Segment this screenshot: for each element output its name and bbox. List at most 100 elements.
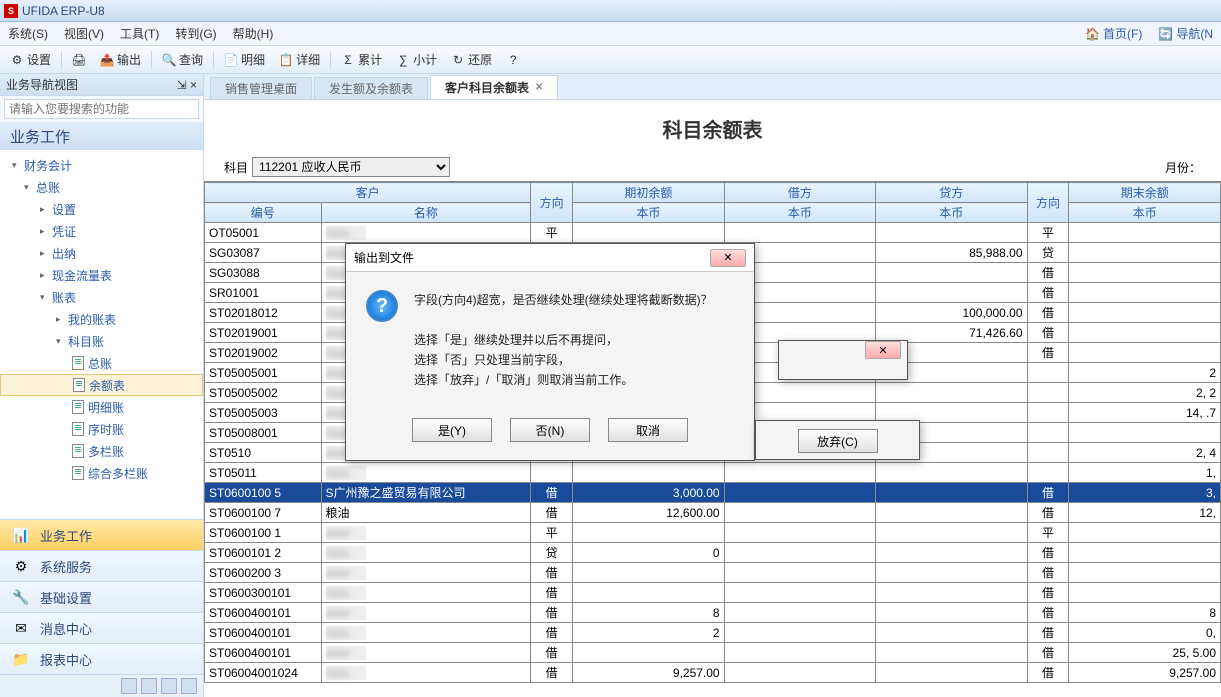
- nav-item[interactable]: ▸我的账表: [0, 308, 203, 330]
- arrow-icon: ▾: [24, 182, 36, 193]
- table-row[interactable]: ST06004001024xxxx借9,257.00借9,257.00: [205, 663, 1221, 683]
- toolbar-button[interactable]: 🔍查询: [158, 49, 207, 70]
- subject-label: 科目: [224, 159, 248, 176]
- toolbar-button[interactable]: ?: [502, 51, 524, 69]
- arrow-icon: ▸: [40, 226, 52, 237]
- toolbar-button[interactable]: 🖨: [68, 51, 90, 69]
- toolbar-icon: 🔍: [162, 53, 176, 67]
- table-row[interactable]: ST0600100 5S广州豫之盛贸易有限公司借3,000.00借3,: [205, 483, 1221, 503]
- document-icon: [72, 400, 84, 414]
- menu-item[interactable]: 帮助(H): [233, 25, 274, 42]
- toolbar-icon: 📤: [100, 53, 114, 67]
- dialog-close-icon[interactable]: ✕: [710, 249, 746, 267]
- sidebar: 业务导航视图 ⇲ × 业务工作 ▾财务会计▾总账▸设置▸凭证▸出纳▸现金流量表▾…: [0, 74, 204, 697]
- secondary-dialog: 放弃(C): [755, 420, 920, 460]
- yes-button[interactable]: 是(Y): [412, 418, 492, 442]
- arrow-icon: ▸: [40, 248, 52, 259]
- month-label: 月份：: [1165, 159, 1201, 176]
- nav-item[interactable]: ▾总账: [0, 176, 203, 198]
- menu-item[interactable]: 工具(T): [120, 25, 159, 42]
- toolbar-button[interactable]: 📋详细: [275, 49, 324, 70]
- table-row[interactable]: ST0600100 1xxxx平平: [205, 523, 1221, 543]
- nav-item[interactable]: ▾财务会计: [0, 154, 203, 176]
- menu-item[interactable]: 系统(S): [8, 25, 48, 42]
- toolbar-button[interactable]: 📄明细: [220, 49, 269, 70]
- report-title: 科目余额表: [204, 100, 1221, 153]
- pin-icon[interactable]: ⇲: [177, 78, 187, 92]
- table-row[interactable]: ST0600400101xxxx借8借8: [205, 603, 1221, 623]
- toolbar-icon: 🖨: [72, 53, 86, 67]
- table-row[interactable]: ST0600400101xxxx借借25, 5.00: [205, 643, 1221, 663]
- arrow-icon: ▾: [12, 160, 24, 171]
- arrow-icon: ▸: [56, 314, 68, 325]
- panel-icon: 📁: [10, 648, 32, 670]
- table-row[interactable]: ST05011xxxx1,: [205, 463, 1221, 483]
- close-icon[interactable]: ×: [190, 78, 197, 92]
- home-link[interactable]: 🏠 首页(F): [1085, 25, 1142, 42]
- table-row[interactable]: ST0600300101xxxx借借: [205, 583, 1221, 603]
- toolbar-icon: 📄: [224, 53, 238, 67]
- toolbar-icon: ?: [506, 53, 520, 67]
- dialog-close-icon[interactable]: ✕: [865, 341, 901, 359]
- toolbar-button[interactable]: 📤输出: [96, 49, 145, 70]
- no-button[interactable]: 否(N): [510, 418, 590, 442]
- nav-item[interactable]: 总账: [0, 352, 203, 374]
- panel-icon: 📊: [10, 524, 32, 546]
- panel-icon: ✉: [10, 617, 32, 639]
- nav-item[interactable]: 明细账: [0, 396, 203, 418]
- nav-item[interactable]: ▾账表: [0, 286, 203, 308]
- tab-close-icon[interactable]: ✕: [535, 82, 543, 93]
- nav-item[interactable]: ▸凭证: [0, 220, 203, 242]
- document-icon: [72, 422, 84, 436]
- dialog-title: 输出到文件: [354, 249, 414, 266]
- toolbar-button[interactable]: ↻还原: [447, 49, 496, 70]
- app-logo-icon: S: [4, 4, 18, 18]
- statusbar: [0, 675, 203, 697]
- panel-icon: 🔧: [10, 586, 32, 608]
- panel-button[interactable]: ⚙系统服务: [0, 551, 203, 582]
- search-input[interactable]: [4, 99, 199, 119]
- nav-item[interactable]: ▸出纳: [0, 242, 203, 264]
- nav-item[interactable]: 多栏账: [0, 440, 203, 462]
- nav-item[interactable]: ▸设置: [0, 198, 203, 220]
- table-row[interactable]: ST0600100 7粮油借12,600.00借12,: [205, 503, 1221, 523]
- status-icon[interactable]: [121, 678, 137, 694]
- nav-link[interactable]: 🔄 导航(N: [1158, 25, 1213, 42]
- document-icon: [72, 356, 84, 370]
- table-row[interactable]: OT05001xxxx平平: [205, 223, 1221, 243]
- nav-item[interactable]: ▾科目账: [0, 330, 203, 352]
- panel-button[interactable]: ✉消息中心: [0, 613, 203, 644]
- status-icon[interactable]: [161, 678, 177, 694]
- panel-button[interactable]: 📁报表中心: [0, 644, 203, 675]
- menubar: 系统(S) 视图(V) 工具(T) 转到(G) 帮助(H) 🏠 首页(F) 🔄 导航(N: [0, 22, 1221, 46]
- status-icon[interactable]: [181, 678, 197, 694]
- panel-button[interactable]: 🔧基础设置: [0, 582, 203, 613]
- tab[interactable]: 发生额及余额表: [314, 77, 428, 99]
- arrow-icon: ▾: [56, 336, 68, 347]
- table-row[interactable]: ST0600101 2xxxx贷0借: [205, 543, 1221, 563]
- table-row[interactable]: ST0600200 3xxxx借借: [205, 563, 1221, 583]
- tab[interactable]: 客户科目余额表✕: [430, 75, 558, 99]
- toolbar-icon: ↻: [451, 53, 465, 67]
- toolbar-icon: 📋: [279, 53, 293, 67]
- panel-button[interactable]: 📊业务工作: [0, 520, 203, 551]
- nav-item[interactable]: 序时账: [0, 418, 203, 440]
- subject-select[interactable]: 112201 应收人民币: [252, 157, 450, 177]
- toolbar-icon: ∑: [396, 53, 410, 67]
- nav-item[interactable]: 综合多栏账: [0, 462, 203, 484]
- toolbar-button[interactable]: Σ累计: [337, 49, 386, 70]
- toolbar-button[interactable]: ∑小计: [392, 49, 441, 70]
- abandon-button[interactable]: 放弃(C): [798, 429, 878, 453]
- toolbar: ⚙设置 🖨 📤输出 🔍查询 📄明细 📋详细 Σ累计 ∑小计 ↻还原?: [0, 46, 1221, 74]
- toolbar-button[interactable]: ⚙设置: [6, 49, 55, 70]
- nav-item[interactable]: ▸现金流量表: [0, 264, 203, 286]
- cancel-button[interactable]: 取消: [608, 418, 688, 442]
- menu-item[interactable]: 视图(V): [64, 25, 104, 42]
- table-row[interactable]: ST0600400101xxxx借2借0,: [205, 623, 1221, 643]
- tab[interactable]: 销售管理桌面: [210, 77, 312, 99]
- nav-item[interactable]: 余额表: [0, 374, 203, 396]
- arrow-icon: ▾: [40, 292, 52, 303]
- status-icon[interactable]: [141, 678, 157, 694]
- menu-item[interactable]: 转到(G): [175, 25, 216, 42]
- document-icon: [73, 378, 85, 392]
